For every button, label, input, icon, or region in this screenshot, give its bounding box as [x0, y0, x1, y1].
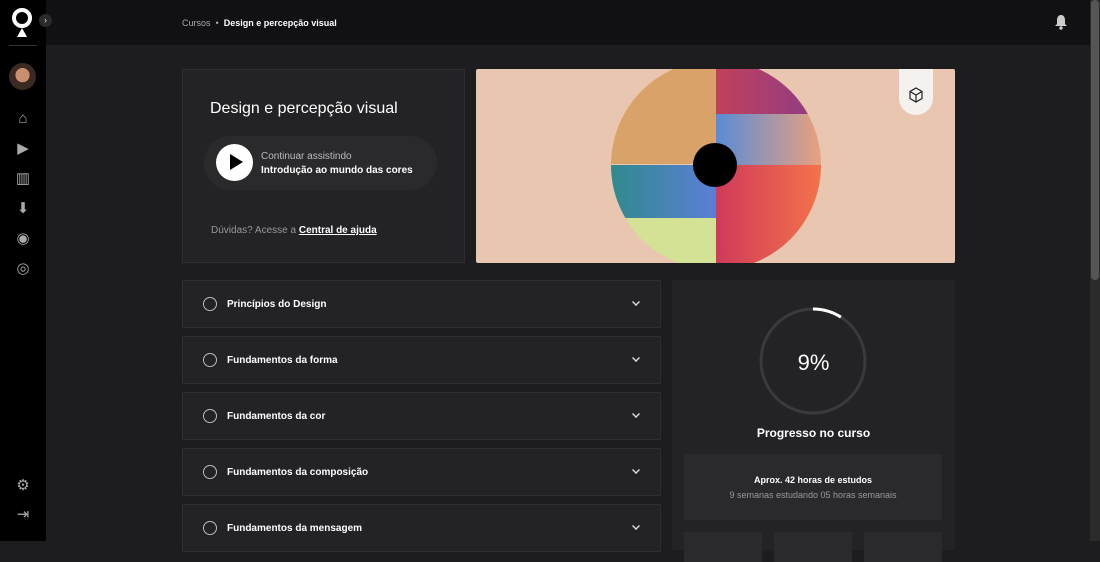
chevron-down-icon	[632, 466, 640, 474]
help-prefix: Dúvidas? Acesse a	[211, 225, 297, 236]
3d-view-button[interactable]	[899, 69, 933, 115]
library-icon[interactable]: ▥	[14, 170, 32, 188]
cube-icon	[909, 87, 923, 103]
module-item[interactable]: Fundamentos da mensagem	[182, 504, 661, 552]
continue-label: Continuar assistindo	[261, 151, 352, 162]
module-item[interactable]: Fundamentos da composição	[182, 448, 661, 496]
logo-icon[interactable]	[11, 8, 33, 38]
chevron-down-icon	[632, 298, 640, 306]
progress-panel: 9% Progresso no curso Aprox. 42 horas de…	[672, 280, 955, 562]
divider	[9, 45, 37, 46]
expand-sidebar-button[interactable]: ›	[39, 14, 52, 27]
breadcrumb: Cursos • Design e percepção visual	[182, 18, 337, 28]
help-center-link[interactable]: Central de ajuda	[299, 225, 377, 236]
module-title: Fundamentos da mensagem	[227, 523, 363, 534]
stat-box	[684, 532, 762, 562]
bell-icon[interactable]	[1054, 14, 1068, 30]
play-icon	[216, 144, 253, 181]
chevron-down-icon	[632, 410, 640, 418]
home-icon[interactable]: ⌂	[14, 110, 32, 128]
breadcrumb-separator: •	[215, 18, 219, 28]
gear-icon[interactable]: ⚙	[14, 477, 32, 495]
radar-icon[interactable]: ◎	[14, 260, 32, 278]
chevron-down-icon	[632, 354, 640, 362]
download-box-icon[interactable]: ⬇	[14, 200, 32, 218]
discord-icon[interactable]: ◉	[14, 230, 32, 248]
chevron-down-icon	[632, 522, 640, 530]
module-title: Fundamentos da cor	[227, 411, 326, 422]
avatar[interactable]	[9, 63, 36, 90]
study-schedule: 9 semanas estudando 05 horas semanais	[729, 490, 897, 500]
play-circle-icon[interactable]: ▶	[14, 140, 32, 158]
course-cover-image	[476, 69, 955, 263]
continue-watching-button[interactable]: Continuar assistindo Introdução ao mundo…	[204, 136, 437, 190]
radio-circle-icon	[203, 409, 217, 423]
breadcrumb-current: Design e percepção visual	[223, 18, 337, 28]
course-title: Design e percepção visual	[210, 100, 398, 117]
course-hero-card: Design e percepção visual Continuar assi…	[182, 69, 465, 263]
study-hours: Aprox. 42 horas de estudos	[753, 475, 873, 485]
stat-box	[774, 532, 852, 562]
radio-circle-icon	[203, 521, 217, 535]
module-title: Fundamentos da forma	[227, 355, 338, 366]
study-time-box: Aprox. 42 horas de estudos 9 semanas est…	[684, 454, 942, 520]
module-item[interactable]: Fundamentos da forma	[182, 336, 661, 384]
module-item[interactable]: Fundamentos da cor	[182, 392, 661, 440]
sidebar: › ⌂ ▶ ▥ ⬇ ◉ ◎ ⚙ ⇥	[0, 0, 52, 541]
logout-icon[interactable]: ⇥	[14, 506, 32, 524]
radio-circle-icon	[203, 465, 217, 479]
top-bar: Cursos • Design e percepção visual	[46, 0, 1090, 45]
radio-circle-icon	[203, 297, 217, 311]
progress-percent: 9%	[797, 350, 830, 375]
color-wheel-illustration	[611, 69, 821, 263]
lesson-title: Introdução ao mundo das cores	[261, 165, 413, 176]
progress-label: Progresso no curso	[756, 426, 871, 440]
scrollbar-thumb[interactable]	[1091, 0, 1099, 280]
breadcrumb-cursos[interactable]: Cursos	[182, 18, 211, 28]
radio-circle-icon	[203, 353, 217, 367]
module-title: Fundamentos da composição	[227, 467, 369, 478]
module-item[interactable]: Princípios do Design	[182, 280, 661, 328]
help-text: Dúvidas? Acesse a Central de ajuda	[211, 225, 377, 236]
scrollbar[interactable]	[1090, 0, 1100, 541]
stat-box	[864, 532, 942, 562]
module-title: Princípios do Design	[227, 299, 327, 310]
